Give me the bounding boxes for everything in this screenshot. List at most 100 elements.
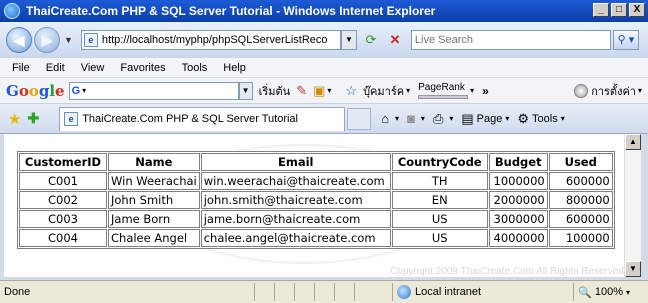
page-content: CustomerID Name Email CountryCode Budget… <box>4 134 624 277</box>
tab-title: ThaiCreate.Com PHP & SQL Server Tutorial <box>82 113 298 125</box>
table-header-row: CustomerID Name Email CountryCode Budget… <box>19 153 613 171</box>
globe-icon <box>397 285 411 299</box>
tools-menu-button[interactable]: ⚙ Tools ▾ <box>517 111 564 127</box>
favorites-center-icon[interactable]: ★ <box>8 110 21 128</box>
cell-used: 600000 <box>548 210 613 228</box>
menu-view[interactable]: View <box>73 62 113 74</box>
close-button[interactable]: X <box>629 3 645 17</box>
pagerank-label: PageRank <box>418 81 465 93</box>
status-cell <box>314 283 334 301</box>
menu-bar: File Edit View Favorites Tools Help <box>0 58 648 78</box>
gear-icon: ⚙ <box>517 110 530 126</box>
cell-customerid: C003 <box>19 210 107 228</box>
google-logo[interactable]: Google <box>6 82 65 100</box>
page-menu-icon: ▤ <box>461 110 474 126</box>
address-field[interactable]: e http://localhost/myphp/phpSQLServerLis… <box>80 30 341 50</box>
cell-budget: 3000000 <box>488 210 548 228</box>
add-favorites-icon[interactable]: ✚ <box>27 110 39 127</box>
zoom-control[interactable]: 🔍 100% ▾ <box>573 283 630 301</box>
cell-budget: 2000000 <box>488 191 548 209</box>
title-bar: ThaiCreate.Com PHP & SQL Server Tutorial… <box>0 0 648 22</box>
cell-email: chalee.angel@thaicreate.com <box>200 229 391 247</box>
back-button[interactable]: ◀ <box>6 27 32 53</box>
magnifier-icon: 🔍 <box>578 286 592 299</box>
header-used: Used <box>548 153 613 171</box>
zoom-level: 100% <box>594 286 623 298</box>
menu-help[interactable]: Help <box>215 62 254 74</box>
cell-email: win.weerachai@thaicreate.com <box>200 172 391 190</box>
home-button[interactable]: ⌂ ▾ <box>381 111 399 126</box>
feeds-icon: ◙ <box>407 111 415 126</box>
page-menu-label: Page <box>476 112 503 125</box>
table-row: C001 Win Weerachai win.weerachai@thaicre… <box>19 172 613 190</box>
recent-pages-dropdown[interactable]: ▼ <box>64 35 73 45</box>
new-tab-button[interactable] <box>347 107 372 130</box>
cell-customerid: C001 <box>19 172 107 190</box>
google-search-dropdown[interactable]: ▼ <box>238 81 253 100</box>
maximize-button[interactable]: □ <box>611 3 627 17</box>
status-cell <box>354 283 374 301</box>
settings-circle-icon <box>574 83 589 98</box>
scroll-up-button[interactable]: ▲ <box>625 134 641 150</box>
menu-file[interactable]: File <box>4 62 38 74</box>
zone-label: Local intranet <box>415 286 482 298</box>
stop-button[interactable]: ✕ <box>385 30 405 50</box>
home-icon: ⌂ <box>381 111 390 126</box>
url-text: http://localhost/myphp/phpSQLServerListR… <box>101 34 328 46</box>
google-more-button[interactable]: » <box>482 84 489 98</box>
scroll-down-button[interactable]: ▼ <box>625 261 641 277</box>
highlight-icon[interactable]: ✎ <box>296 83 307 99</box>
cell-name: John Smith <box>108 191 200 209</box>
live-search-input[interactable] <box>410 30 611 50</box>
forward-button[interactable]: ▶ <box>34 27 60 53</box>
table-row: C004 Chalee Angel chalee.angel@thaicreat… <box>19 229 613 247</box>
vertical-scrollbar[interactable]: ▲ ▼ <box>624 134 641 277</box>
forward-arrow-icon: ▶ <box>41 31 53 48</box>
cell-customerid: C004 <box>19 229 107 247</box>
cell-countrycode: TH <box>391 172 488 190</box>
header-email: Email <box>200 153 391 171</box>
google-bookmarks-button[interactable]: บุ๊คมาร์ค <box>363 82 404 100</box>
copyright-watermark: Copyright 2009 ThaiCreate.Com All Rights… <box>390 266 624 277</box>
cell-name: Win Weerachai <box>108 172 200 190</box>
header-countrycode: CountryCode <box>391 153 488 171</box>
cell-name: Jame Born <box>108 210 200 228</box>
table-row: C002 John Smith john.smith@thaicreate.co… <box>19 191 613 209</box>
cell-email: john.smith@thaicreate.com <box>200 191 391 209</box>
bookmark-star-icon[interactable]: ☆ <box>345 83 357 99</box>
ie-icon <box>4 3 20 19</box>
stop-icon: ✕ <box>389 32 401 47</box>
refresh-button[interactable]: ⟳ <box>361 30 381 50</box>
feeds-button[interactable]: ◙ ▾ <box>407 111 425 126</box>
cell-email: jame.born@thaicreate.com <box>200 210 391 228</box>
back-arrow-icon: ◀ <box>13 31 25 48</box>
search-button[interactable]: ⚲ ▾ <box>612 30 639 50</box>
address-toolbar: ◀ ▶ ▼ e http://localhost/myphp/phpSQLSer… <box>0 22 648 58</box>
print-button[interactable]: ⎙ ▾ <box>433 111 453 127</box>
cell-customerid: C002 <box>19 191 107 209</box>
popup-blocker-icon[interactable]: ▣ <box>313 83 325 99</box>
google-settings-button[interactable]: การตั้งค่า ▾ <box>574 82 642 100</box>
zoom-dropdown-icon: ▾ <box>625 287 630 297</box>
active-tab[interactable]: e ThaiCreate.Com PHP & SQL Server Tutori… <box>59 106 346 131</box>
menu-favorites[interactable]: Favorites <box>112 62 173 74</box>
page-menu-button[interactable]: ▤ Page ▾ <box>461 111 509 127</box>
cell-budget: 4000000 <box>488 229 548 247</box>
menu-tools[interactable]: Tools <box>174 62 216 74</box>
settings-label: การตั้งค่า <box>591 85 636 98</box>
security-zone[interactable]: Local intranet <box>392 283 481 301</box>
menu-edit[interactable]: Edit <box>38 62 73 74</box>
cell-countrycode: US <box>391 229 488 247</box>
cell-countrycode: EN <box>391 191 488 209</box>
minimize-button[interactable]: _ <box>593 3 609 17</box>
google-start-button[interactable]: เริ่มต้น <box>259 82 291 100</box>
window-title: ThaiCreate.Com PHP & SQL Server Tutorial… <box>26 4 436 18</box>
pagerank-indicator[interactable]: PageRank <box>418 81 469 99</box>
status-cell <box>334 283 354 301</box>
google-search-input[interactable]: G ▾ <box>68 81 239 100</box>
status-text: Done <box>4 286 31 298</box>
address-dropdown-button[interactable]: ▼ <box>340 30 357 50</box>
cell-countrycode: US <box>391 210 488 228</box>
status-cell <box>274 283 294 301</box>
google-toolbar: Google G ▾ ▼ เริ่มต้น ✎ ▣ ▾ ☆ บุ๊คมาร์ค … <box>0 78 648 104</box>
